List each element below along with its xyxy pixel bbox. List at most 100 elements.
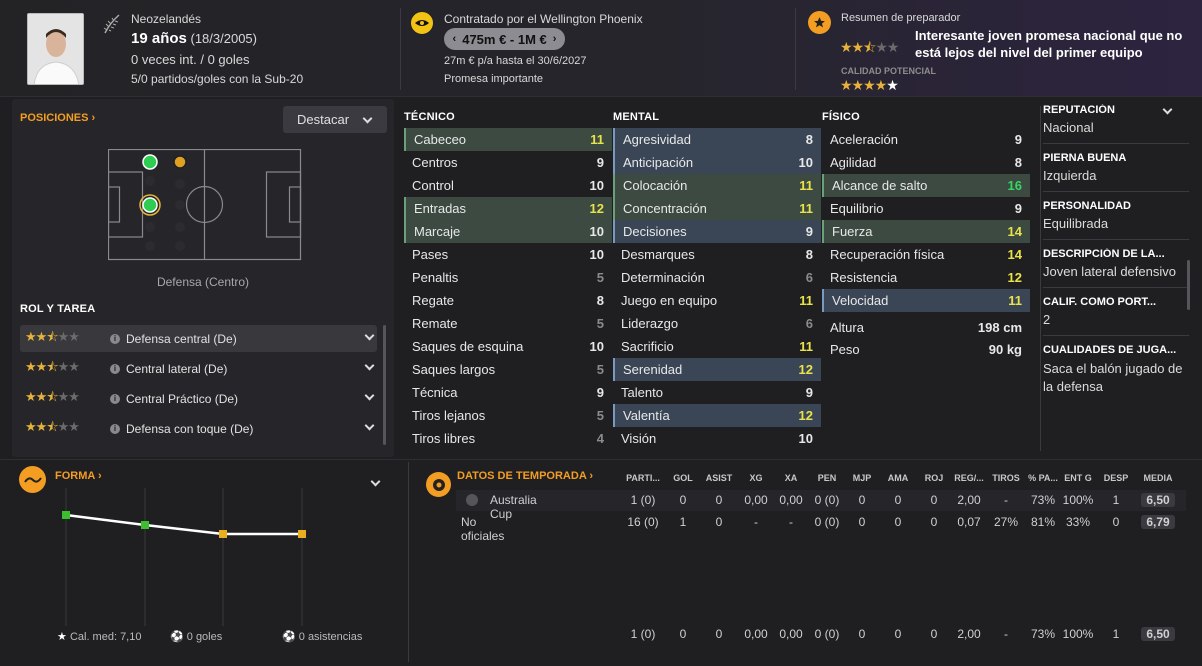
attribute-row[interactable]: Determinación 6: [613, 266, 821, 289]
attribute-row[interactable]: Juego en equipo 11: [613, 289, 821, 312]
attribute-row[interactable]: Valentía 12: [613, 404, 821, 427]
attribute-row[interactable]: Penaltis 5: [404, 266, 612, 289]
attribute-row[interactable]: Sacrificio 11: [613, 335, 821, 358]
role-row[interactable]: ★★⯪★★ i Central lateral (De): [20, 355, 377, 382]
average-rating: 6,50: [1141, 493, 1175, 507]
attribute-row[interactable]: Visión 10: [613, 427, 821, 450]
position-marker[interactable]: [173, 155, 187, 169]
info-icon[interactable]: i: [110, 363, 120, 374]
attribute-value: 6: [805, 316, 813, 331]
attribute-row[interactable]: Desmarques 8: [613, 243, 821, 266]
total-cell: 0 (0): [814, 627, 840, 641]
attribute-row[interactable]: Decisiones 9: [613, 220, 821, 243]
attribute-row[interactable]: Aceleración 9: [822, 128, 1030, 151]
role-row[interactable]: ★★⯪★★ i Defensa con toque (De): [20, 415, 377, 442]
info-icon[interactable]: i: [110, 423, 120, 434]
attribute-row[interactable]: Liderazgo 6: [613, 312, 821, 335]
stat-cell: 33%: [1065, 515, 1091, 529]
attribute-row[interactable]: Pases 10: [404, 243, 612, 266]
roles-scrollbar[interactable]: [383, 325, 386, 445]
attribute-row[interactable]: Resistencia 12: [822, 266, 1030, 289]
form-point[interactable]: [298, 530, 306, 538]
competition-name[interactable]: No oficiales: [461, 515, 504, 543]
info-scrollbar[interactable]: [1187, 260, 1190, 310]
attribute-name: Anticipación: [623, 155, 694, 170]
attribute-name: Equilibrio: [830, 201, 884, 216]
attribute-row[interactable]: Equilibrio 9: [822, 197, 1030, 220]
attribute-row[interactable]: Colocación 11: [613, 174, 821, 197]
gk-rating-item: CALIF. COMO PORT... 2: [1043, 296, 1189, 327]
reputation-item[interactable]: REPUTACIÓN Nacional: [1043, 104, 1189, 135]
international-caps: 0 veces int. / 0 goles: [131, 52, 250, 67]
attribute-row[interactable]: Entradas 12: [404, 197, 612, 220]
attribute-row[interactable]: Control 10: [404, 174, 612, 197]
attribute-name: Concentración: [623, 201, 707, 216]
attribute-row[interactable]: Marcaje 10: [404, 220, 612, 243]
chevron-down-icon[interactable]: [364, 390, 375, 401]
attribute-row[interactable]: Recuperación física 14: [822, 243, 1030, 266]
chevron-down-icon[interactable]: [364, 360, 375, 371]
column-header: MJP: [852, 473, 872, 483]
attribute-value: 11: [590, 132, 604, 147]
attribute-value: 14: [1007, 247, 1022, 262]
positions-title[interactable]: POSICIONES ›: [20, 112, 95, 124]
divider: [0, 459, 1202, 460]
attribute-name: Agresividad: [623, 132, 691, 147]
contract-title[interactable]: Contratado por el Wellington Phoenix: [444, 12, 643, 26]
role-label: Defensa central (De): [126, 331, 237, 346]
attribute-row[interactable]: Velocidad 11: [822, 289, 1030, 312]
form-point[interactable]: [62, 511, 70, 519]
chevron-down-icon[interactable]: [364, 420, 375, 431]
stat-cell: 0: [715, 493, 723, 507]
attribute-row[interactable]: Tiros libres 4: [404, 427, 612, 450]
season-title[interactable]: DATOS DE TEMPORADA ›: [457, 470, 593, 482]
position-marker-selected[interactable]: [142, 197, 158, 213]
club-crest-icon[interactable]: [410, 11, 434, 35]
chevron-down-icon[interactable]: [364, 330, 375, 341]
wage-info: 27m € p/a hasta el 30/6/2027: [444, 55, 587, 67]
role-label: Central Práctico (De): [126, 391, 239, 406]
attribute-row[interactable]: Talento 9: [613, 381, 821, 404]
attribute-row[interactable]: Técnica 9: [404, 381, 612, 404]
attribute-row[interactable]: Remate 5: [404, 312, 612, 335]
attribute-row[interactable]: Agresividad 8: [613, 128, 821, 151]
attribute-row[interactable]: Tiros lejanos 5: [404, 404, 612, 427]
attribute-row[interactable]: Fuerza 14: [822, 220, 1030, 243]
form-point[interactable]: [141, 521, 149, 529]
total-cell: 0: [930, 627, 938, 641]
form-title[interactable]: FORMA ›: [55, 470, 102, 482]
attribute-row[interactable]: Cabeceo 11: [404, 128, 612, 151]
attribute-row[interactable]: Alcance de salto 16: [822, 174, 1030, 197]
attribute-row[interactable]: Saques largos 5: [404, 358, 612, 381]
attribute-row[interactable]: Regate 8: [404, 289, 612, 312]
attribute-value: 8: [596, 293, 604, 308]
assists-total: 0 asistencias: [298, 631, 363, 643]
attribute-row[interactable]: Saques de esquina 10: [404, 335, 612, 358]
role-label: Defensa con toque (De): [126, 421, 254, 436]
stat-cell: 2,00: [957, 493, 981, 507]
attribute-row[interactable]: Agilidad 8: [822, 151, 1030, 174]
transfer-value-chip[interactable]: ‹ 475m € - 1M € ›: [444, 28, 565, 50]
role-row[interactable]: ★★⯪★★ i Central Práctico (De): [20, 385, 377, 412]
attribute-value: 11: [799, 201, 813, 216]
stat-cell: -: [1004, 493, 1008, 507]
attribute-value: 5: [596, 270, 604, 285]
form-point[interactable]: [219, 530, 227, 538]
info-icon[interactable]: i: [110, 393, 120, 404]
highlight-dropdown[interactable]: Destacar: [283, 106, 387, 133]
chevron-down-icon[interactable]: [370, 476, 381, 487]
attribute-row[interactable]: Centros 9: [404, 151, 612, 174]
pitch-diagram[interactable]: [108, 149, 302, 261]
player-traits-item: CUALIDADES DE JUGA... Saca el balón juga…: [1043, 344, 1189, 396]
attribute-value: 10: [589, 178, 604, 193]
role-row[interactable]: ★★⯪★★ i Defensa central (De): [20, 325, 377, 352]
attribute-row[interactable]: Anticipación 10: [613, 151, 821, 174]
attribute-row[interactable]: Concentración 11: [613, 197, 821, 220]
attribute-row[interactable]: Serenidad 12: [613, 358, 821, 381]
info-value: Izquierda: [1043, 168, 1097, 183]
stat-cell: -: [789, 515, 793, 529]
chevron-right-icon: ›: [97, 470, 102, 482]
stat-cell: 0 (0): [814, 493, 840, 507]
info-icon[interactable]: i: [110, 333, 120, 344]
position-marker[interactable]: [142, 154, 158, 170]
